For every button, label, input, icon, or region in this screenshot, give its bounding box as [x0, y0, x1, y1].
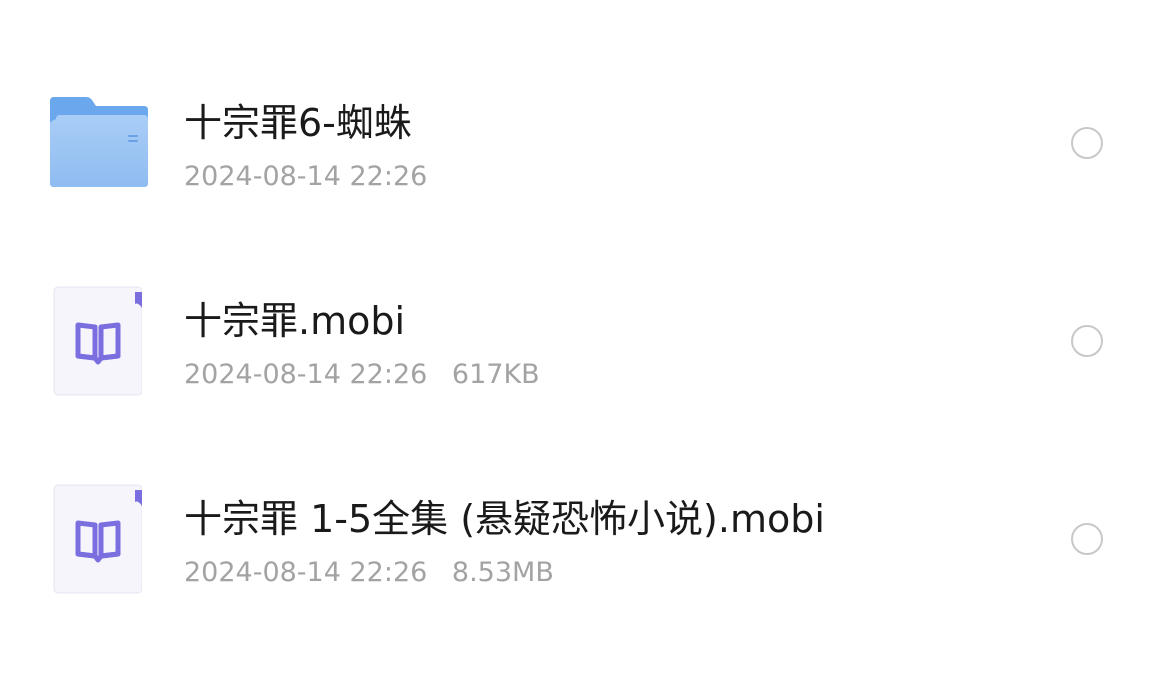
file-name: 十宗罪6-蜘蛛	[184, 101, 412, 145]
file-date: 2024-08-14 22:26	[184, 161, 428, 192]
select-radio[interactable]	[1071, 127, 1103, 159]
file-size: 8.53MB	[451, 557, 554, 588]
select-radio[interactable]	[1071, 325, 1103, 357]
folder-icon	[50, 97, 148, 187]
file-row-folder[interactable]: 十宗罪6-蜘蛛 2024-08-14 22:26	[0, 45, 1170, 243]
file-meta: 2024-08-14 22:26 8.53MB	[184, 555, 554, 591]
file-date: 2024-08-14 22:26	[184, 359, 428, 390]
ebook-icon	[53, 484, 142, 594]
file-name: 十宗罪.mobi	[184, 299, 406, 343]
file-meta: 2024-08-14 22:26 617KB	[184, 357, 540, 393]
ebook-icon	[53, 286, 142, 396]
file-size: 617KB	[451, 359, 540, 390]
file-meta: 2024-08-14 22:26	[184, 159, 427, 195]
file-date: 2024-08-14 22:26	[184, 557, 428, 588]
file-name: 十宗罪 1-5全集 (悬疑恐怖小说).mobi	[184, 497, 825, 541]
file-row-ebook[interactable]: 十宗罪 1-5全集 (悬疑恐怖小说).mobi 2024-08-14 22:26…	[0, 441, 1170, 639]
select-radio[interactable]	[1071, 523, 1103, 555]
file-list: 十宗罪6-蜘蛛 2024-08-14 22:26 十宗罪.mobi 2024-0…	[0, 0, 1170, 675]
file-row-ebook[interactable]: 十宗罪.mobi 2024-08-14 22:26 617KB	[0, 243, 1170, 441]
